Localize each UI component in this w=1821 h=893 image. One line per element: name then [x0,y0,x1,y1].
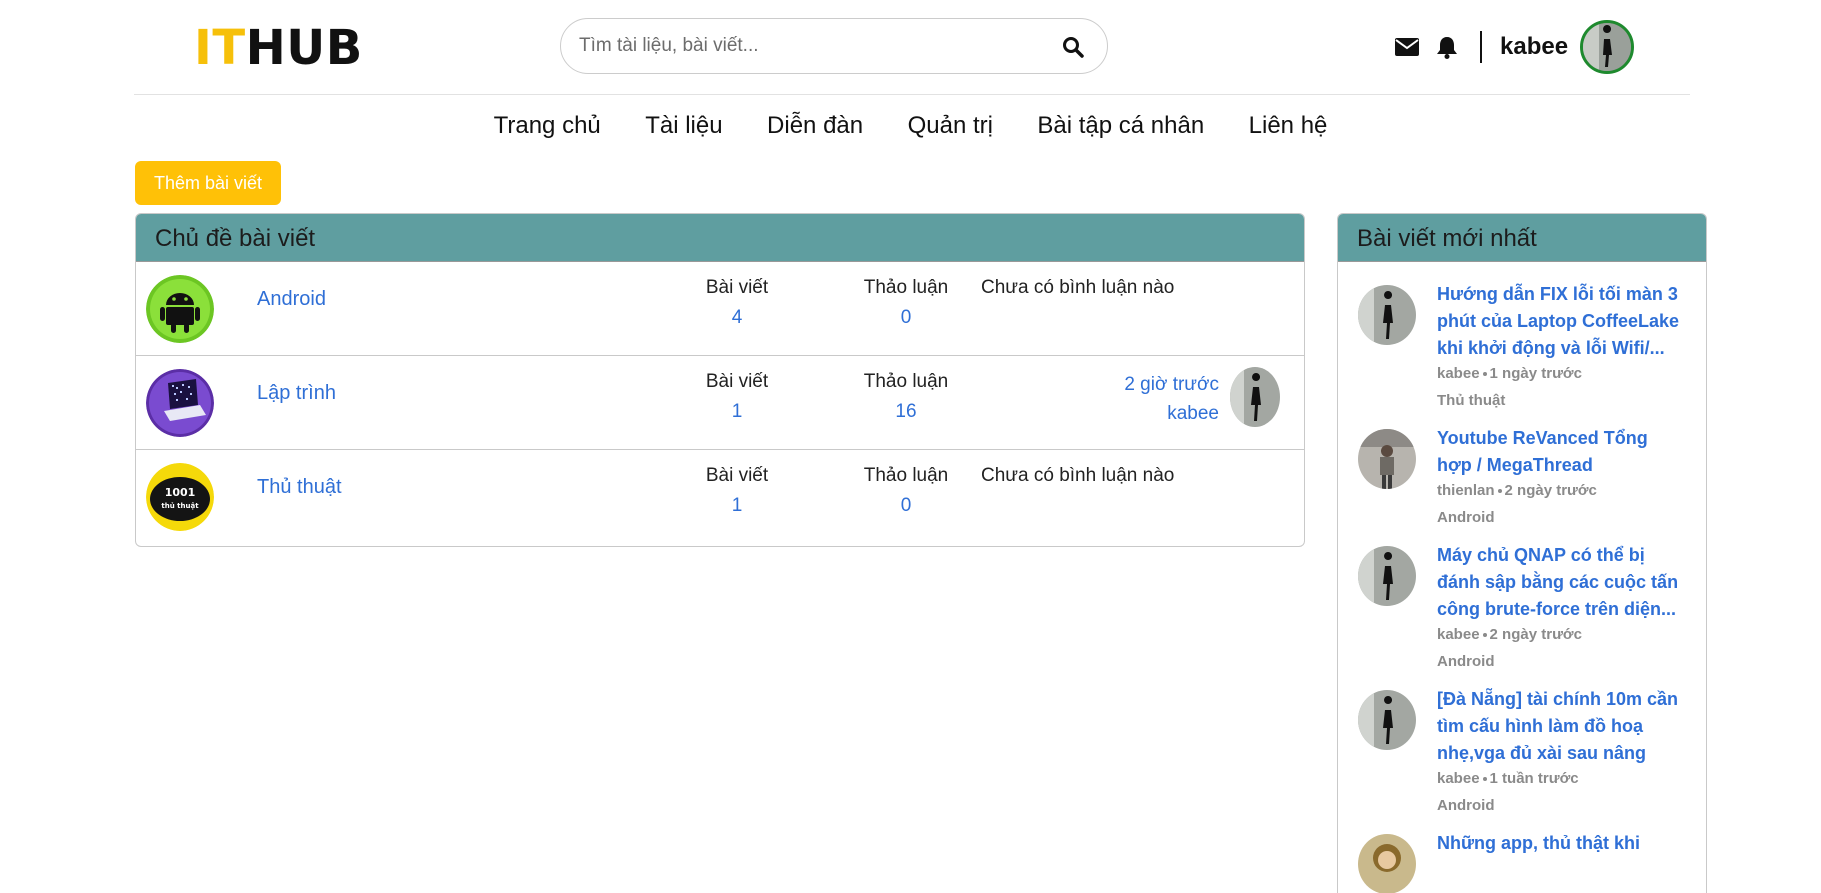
topic-posts-stat: Bài viết 1 [672,371,802,423]
post-author[interactable]: kabee [1437,365,1480,382]
search-input[interactable] [579,33,1039,59]
post-title[interactable]: Hướng dẫn FIX lỗi tối màn 3 phút của Lap… [1437,281,1686,362]
search-icon[interactable] [1061,35,1085,59]
header-divider [1480,31,1482,63]
latest-post-item: Hướng dẫn FIX lỗi tối màn 3 phút của Lap… [1338,281,1706,409]
topic-discussions-stat: Thảo luận 0 [836,465,976,517]
main-nav: Trang chủ Tài liệu Diễn đàn Quản trị Bài… [0,112,1821,140]
posts-label: Bài viết [705,277,769,298]
topics-title: Chủ đề bài viết [136,214,1304,262]
nav-forum[interactable]: Diễn đàn [767,112,863,140]
post-title[interactable]: [Đà Nẵng] tài chính 10m cần tìm cấu hình… [1437,686,1686,767]
topics-card: Chủ đề bài viết Android Bài viết 4 Thảo … [135,213,1305,547]
search-box [560,18,1108,74]
latest-posts-title: Bài viết mới nhất [1338,214,1706,262]
latest-post-item: [Đà Nẵng] tài chính 10m cần tìm cấu hình… [1338,686,1706,814]
post-title[interactable]: Youtube ReVanced Tổng hợp / MegaThread [1437,425,1686,479]
post-category[interactable]: Android [1437,797,1686,814]
post-time: 1 tuần trước [1489,770,1579,787]
discussions-count: 0 [900,307,912,328]
nav-contact[interactable]: Liên hệ [1249,112,1328,140]
android-icon [146,275,214,343]
post-title[interactable]: Máy chủ QNAP có thể bị đánh sập bằng các… [1437,542,1686,623]
meta-dot [1482,777,1487,782]
user-avatar[interactable] [1580,20,1635,74]
latest-post-item: Máy chủ QNAP có thể bị đánh sập bằng các… [1338,542,1706,670]
post-author[interactable]: kabee [1437,626,1480,643]
topic-row: Android Bài viết 4 Thảo luận 0 Chưa có b… [136,262,1304,356]
last-comment-time[interactable]: 2 giờ trước [1124,370,1219,399]
author-avatar[interactable] [1358,429,1416,489]
post-category[interactable]: Android [1437,509,1686,526]
add-post-button[interactable]: Thêm bài viết [135,161,281,205]
post-category[interactable]: Thủ thuật [1437,392,1686,409]
author-avatar[interactable] [1358,546,1416,606]
discussions-label: Thảo luận [863,465,949,486]
topic-name[interactable]: Android [257,288,326,311]
discussions-label: Thảo luận [863,371,949,392]
latest-post-item: Những app, thủ thật khi [1338,830,1706,893]
site-logo[interactable]: ITHUB [194,22,363,74]
site-header: ITHUB kabee [134,0,1690,95]
programming-icon [146,369,214,437]
nav-personal-exercises[interactable]: Bài tập cá nhân [1037,112,1204,140]
mail-icon[interactable] [1394,34,1420,60]
bell-icon[interactable] [1434,34,1460,60]
svg-text:thủ thuật: thủ thuật [161,502,199,510]
nav-documents[interactable]: Tài liệu [645,112,722,140]
post-meta: kabee 2 ngày trước [1437,626,1686,643]
topic-name[interactable]: Thủ thuật [257,476,342,499]
meta-dot [1482,372,1487,377]
post-meta: kabee 1 tuần trước [1437,770,1686,787]
topic-posts-stat: Bài viết 4 [672,277,802,329]
latest-posts-card: Bài viết mới nhất Hướng dẫn FIX lỗi tối … [1337,213,1707,893]
post-author[interactable]: thienlan [1437,482,1495,499]
posts-count: 4 [731,307,743,328]
author-avatar[interactable] [1358,285,1416,345]
last-comment-info: 2 giờ trước kabee [1124,370,1219,428]
logo-hub: HUB [245,20,363,76]
post-time: 2 ngày trước [1489,626,1582,643]
post-time: 2 ngày trước [1504,482,1597,499]
logo-it: IT [194,20,246,76]
post-category[interactable]: Android [1437,653,1686,670]
post-meta: thienlan 2 ngày trước [1437,482,1686,499]
discussions-count: 16 [895,401,917,422]
post-meta: kabee 1 ngày trước [1437,365,1686,382]
posts-label: Bài viết [705,465,769,486]
posts-label: Bài viết [705,371,769,392]
last-comment-empty: Chưa có bình luận nào [981,465,1175,486]
post-title[interactable]: Những app, thủ thật khi [1437,830,1686,857]
posts-count: 1 [731,495,743,516]
topic-discussions-stat: Thảo luận 16 [836,371,976,423]
last-comment-empty: Chưa có bình luận nào [981,277,1175,298]
discussions-count: 0 [900,495,912,516]
post-author[interactable]: kabee [1437,770,1480,787]
last-comment-user[interactable]: kabee [1124,399,1219,428]
topic-row: Lập trình Bài viết 1 Thảo luận 16 2 giờ … [136,356,1304,450]
discussions-label: Thảo luận [863,277,949,298]
author-avatar[interactable] [1358,834,1416,893]
topic-row: 1001 thủ thuật Thủ thuật Bài viết 1 Thảo… [136,450,1304,544]
nav-home[interactable]: Trang chủ [494,112,601,140]
post-time: 1 ngày trước [1489,365,1582,382]
posts-count: 1 [731,401,743,422]
topic-posts-stat: Bài viết 1 [672,465,802,517]
meta-dot [1497,489,1502,494]
username[interactable]: kabee [1500,33,1568,61]
last-commenter-avatar[interactable] [1230,367,1280,427]
meta-dot [1482,633,1487,638]
user-area: kabee [1394,18,1635,76]
nav-admin[interactable]: Quản trị [908,112,993,140]
latest-post-item: Youtube ReVanced Tổng hợp / MegaThread t… [1338,425,1706,526]
topic-discussions-stat: Thảo luận 0 [836,277,976,329]
tips-icon: 1001 thủ thuật [146,463,214,531]
svg-text:1001: 1001 [165,486,196,499]
topic-name[interactable]: Lập trình [257,382,336,405]
author-avatar[interactable] [1358,690,1416,750]
